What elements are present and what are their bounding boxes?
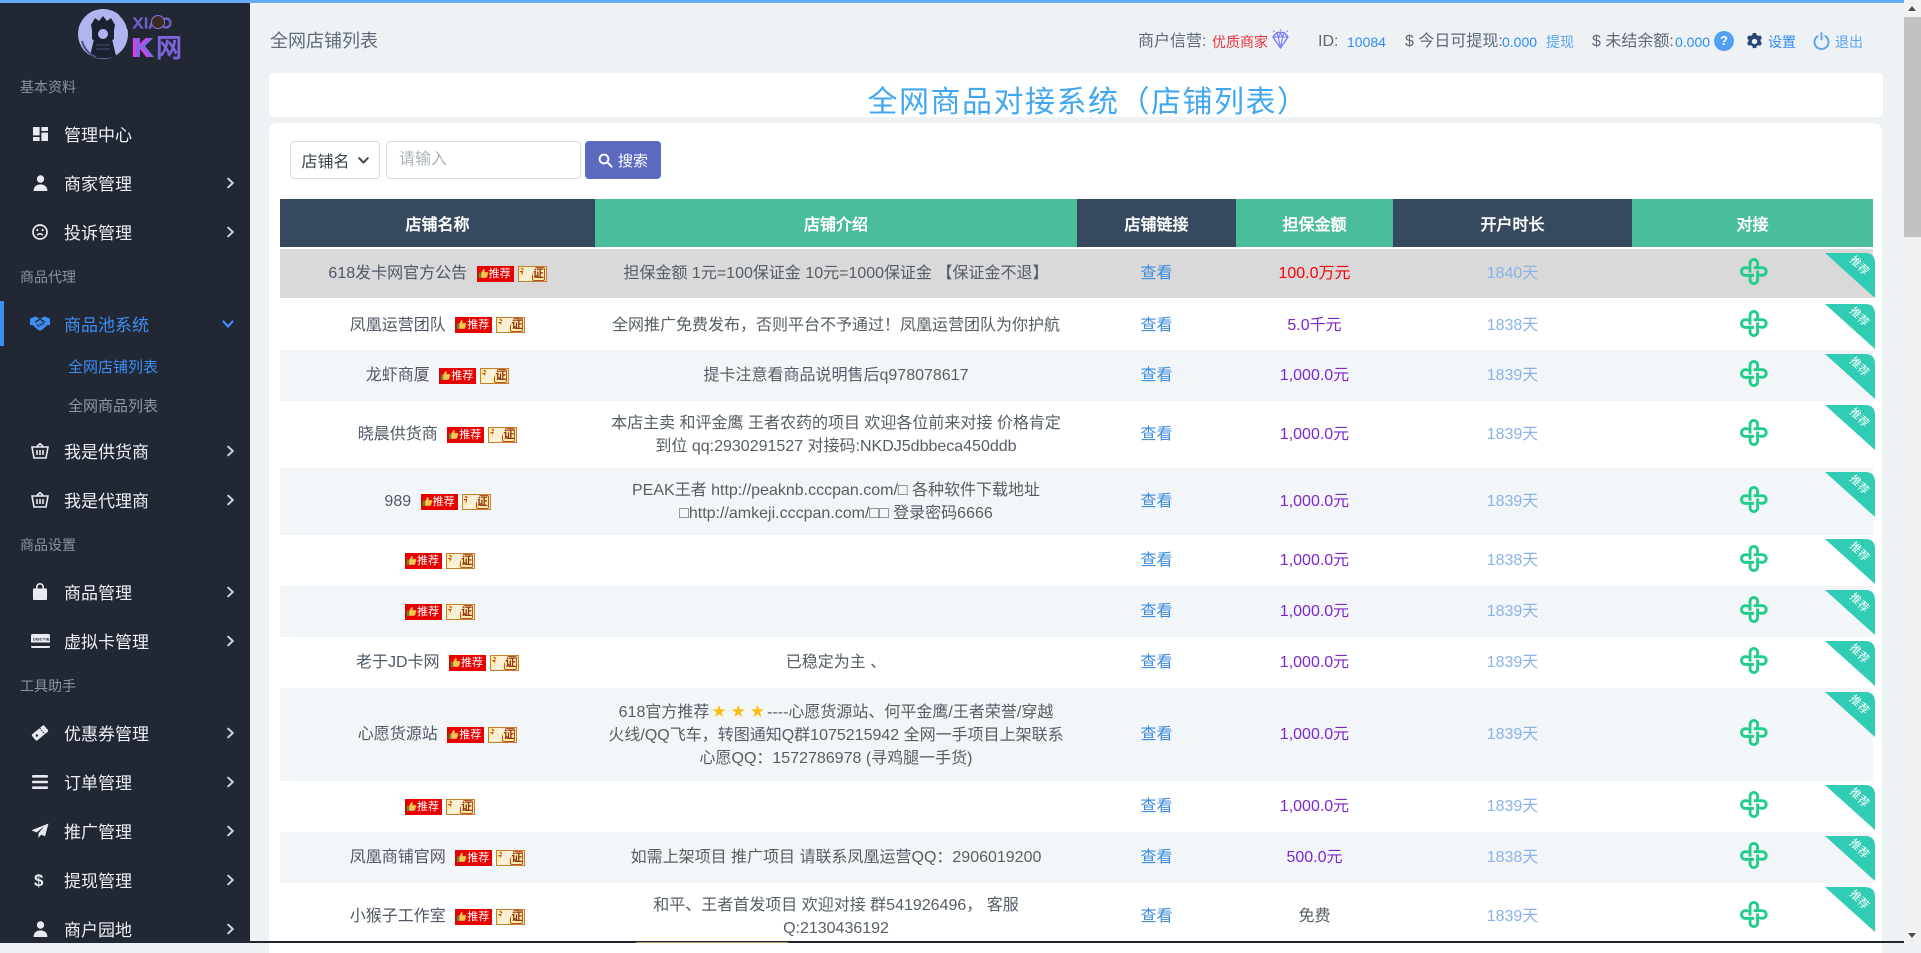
- svg-text:DISC*VER: DISC*VER: [33, 636, 50, 641]
- svg-text:$: $: [34, 871, 44, 889]
- svg-text:K: K: [134, 32, 154, 63]
- svg-text:网: 网: [156, 33, 182, 63]
